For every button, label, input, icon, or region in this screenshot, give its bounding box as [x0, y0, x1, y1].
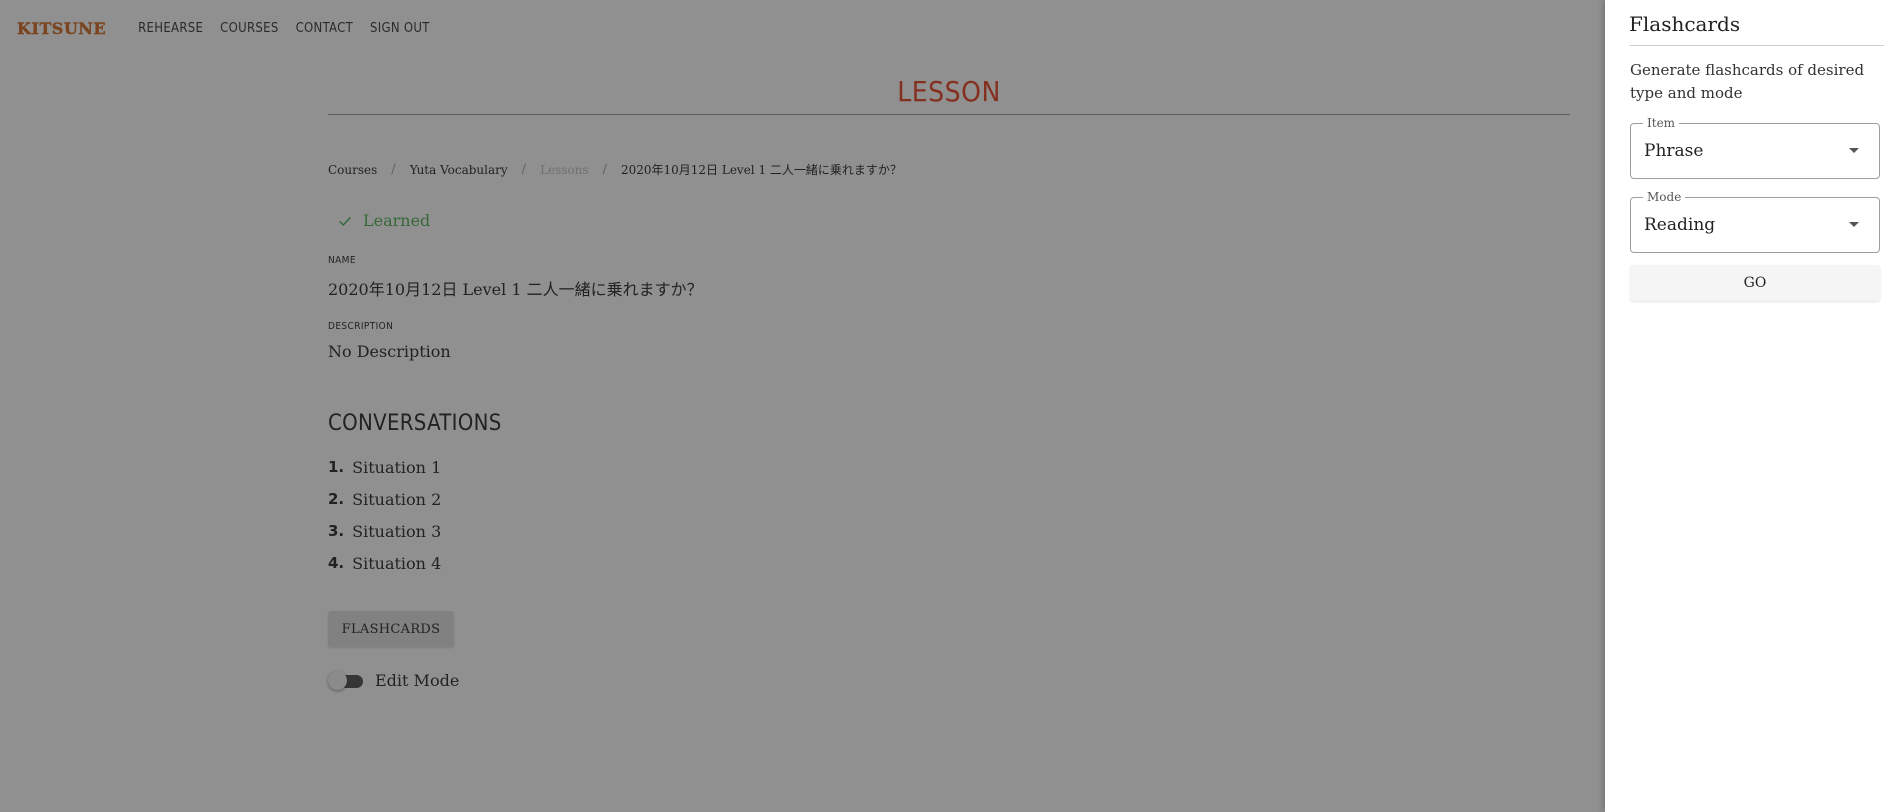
modal-overlay[interactable] [0, 0, 1605, 812]
mode-select-value: Reading [1644, 215, 1716, 235]
caret-down-icon [1849, 148, 1859, 153]
item-select-label: Item [1643, 116, 1680, 130]
item-select-value: Phrase [1644, 141, 1704, 161]
go-button[interactable]: GO [1630, 265, 1880, 301]
mode-select-label: Mode [1643, 190, 1686, 204]
flashcards-drawer: Flashcards Generate flashcards of desire… [1605, 0, 1899, 812]
drawer-description: Generate flashcards of desired type and … [1630, 61, 1865, 102]
item-select[interactable]: Item Phrase [1630, 116, 1880, 179]
drawer-title: Flashcards [1629, 12, 1741, 36]
mode-select[interactable]: Mode Reading [1630, 190, 1880, 253]
caret-down-icon [1849, 222, 1859, 227]
drawer-divider [1629, 45, 1884, 46]
app-page: KITSUNE REHEARSE COURSES CONTACT SIGN OU… [0, 0, 1899, 812]
